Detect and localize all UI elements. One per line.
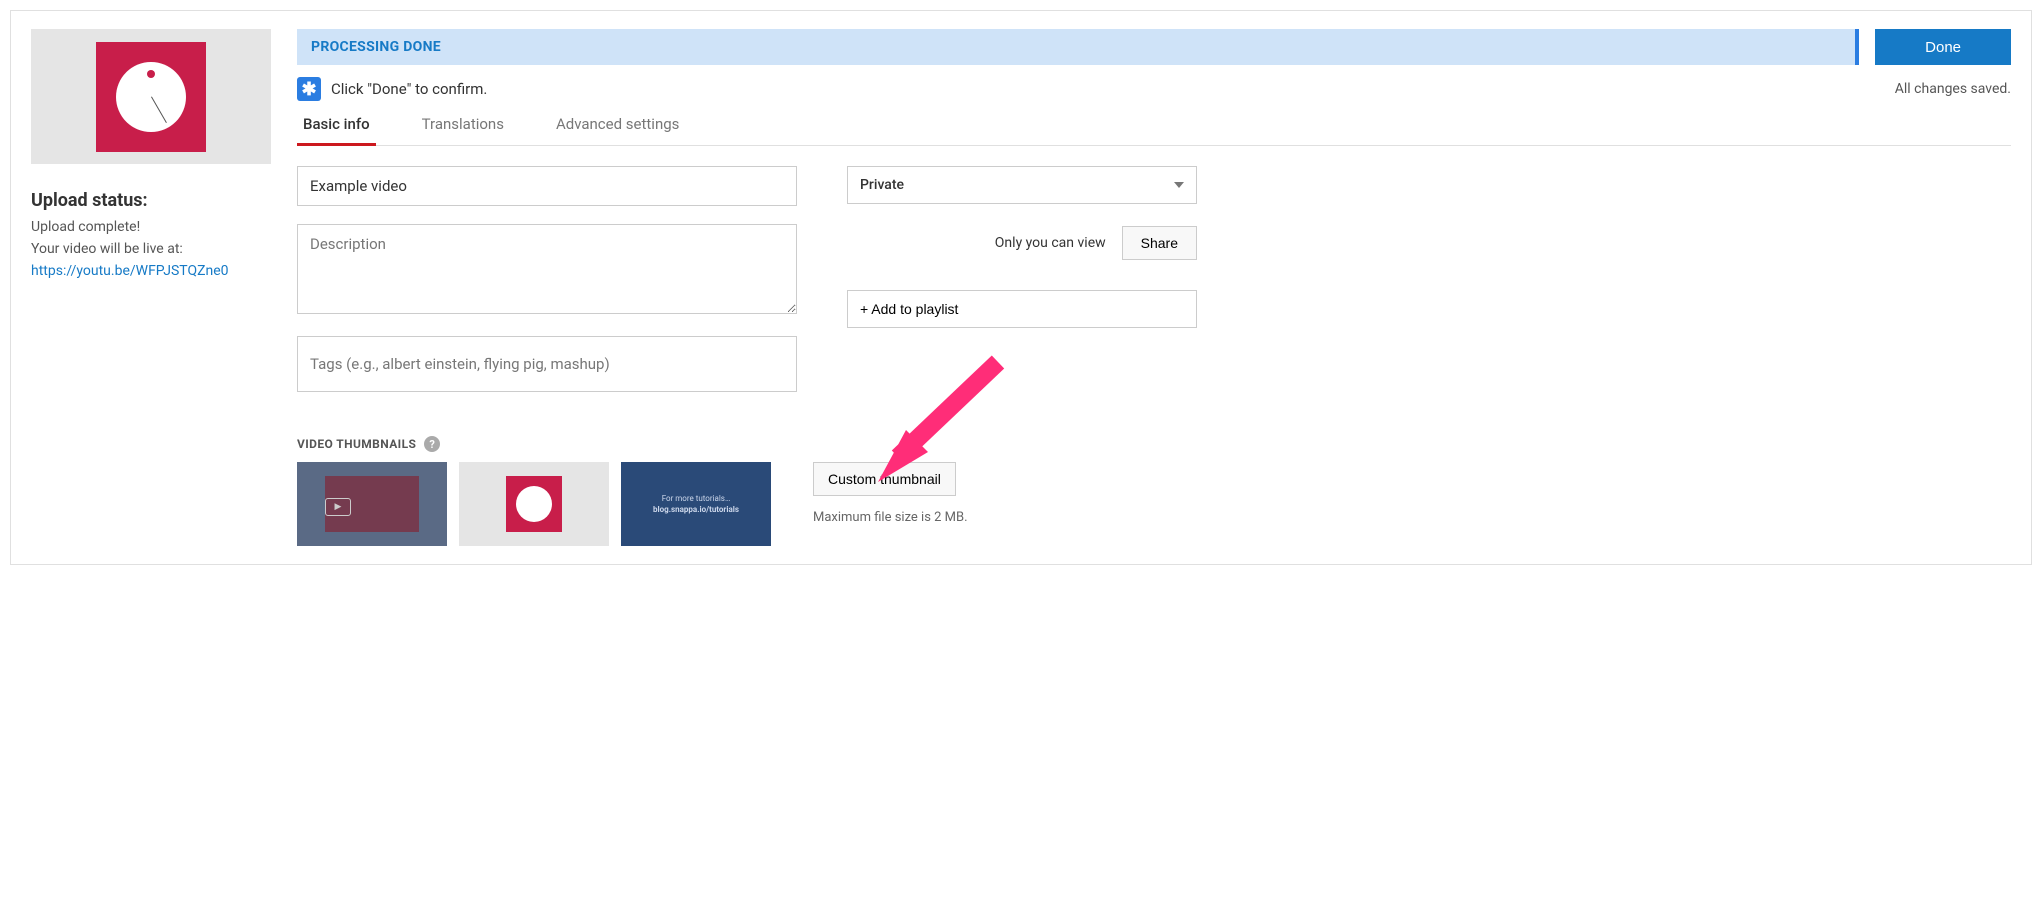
privacy-selected-label: Private — [860, 177, 904, 193]
thumb3-line2: blog.snappa.io/tutorials — [653, 504, 739, 515]
autosave-message: All changes saved. — [1895, 81, 2011, 97]
thumbnail-max-size: Maximum file size is 2 MB. — [813, 510, 968, 525]
privacy-select[interactable]: Private — [847, 166, 1197, 204]
help-icon[interactable]: ? — [424, 436, 440, 452]
upload-live-line: Your video will be live at: — [31, 241, 271, 257]
tabs: Basic info Translations Advanced setting… — [297, 115, 2011, 146]
video-title-input[interactable] — [297, 166, 797, 206]
thumbnail-option-3[interactable]: For more tutorials… blog.snappa.io/tutor… — [621, 462, 771, 546]
custom-thumbnail-button[interactable]: Custom thumbnail — [813, 462, 956, 496]
tab-advanced-settings[interactable]: Advanced settings — [550, 115, 685, 145]
processing-status-bar: PROCESSING DONE — [297, 29, 1859, 65]
privacy-hint: Only you can view — [995, 235, 1106, 251]
thumb3-line1: For more tutorials… — [653, 493, 739, 504]
chevron-down-icon — [1174, 182, 1184, 188]
upload-status-title: Upload status: — [31, 190, 271, 211]
thumbnail-option-2[interactable] — [459, 462, 609, 546]
upload-page: Upload status: Upload complete! Your vid… — [10, 10, 2032, 565]
clock-graphic — [116, 62, 186, 132]
confirm-message: Click "Done" to confirm. — [331, 80, 487, 98]
thumbnail-option-1[interactable]: ▶ — [297, 462, 447, 546]
preview-graphic — [96, 42, 206, 152]
right-column: PROCESSING DONE Done ✱ Click "Done" to c… — [297, 29, 2011, 546]
upload-status-line: Upload complete! — [31, 219, 271, 235]
tab-basic-info[interactable]: Basic info — [297, 115, 376, 146]
done-button[interactable]: Done — [1875, 29, 2011, 65]
play-icon: ▶ — [325, 498, 351, 516]
video-preview-thumb — [31, 29, 271, 164]
star-icon: ✱ — [297, 77, 321, 101]
add-to-playlist-button[interactable]: + Add to playlist — [847, 290, 1197, 328]
tab-translations[interactable]: Translations — [416, 115, 510, 145]
video-description-input[interactable] — [297, 224, 797, 314]
video-url-link[interactable]: https://youtu.be/WFPJSTQZne0 — [31, 263, 229, 279]
left-column: Upload status: Upload complete! Your vid… — [31, 29, 271, 546]
video-tags-input[interactable] — [297, 336, 797, 392]
share-button[interactable]: Share — [1122, 226, 1197, 260]
thumbnails-header: VIDEO THUMBNAILS — [297, 437, 416, 451]
